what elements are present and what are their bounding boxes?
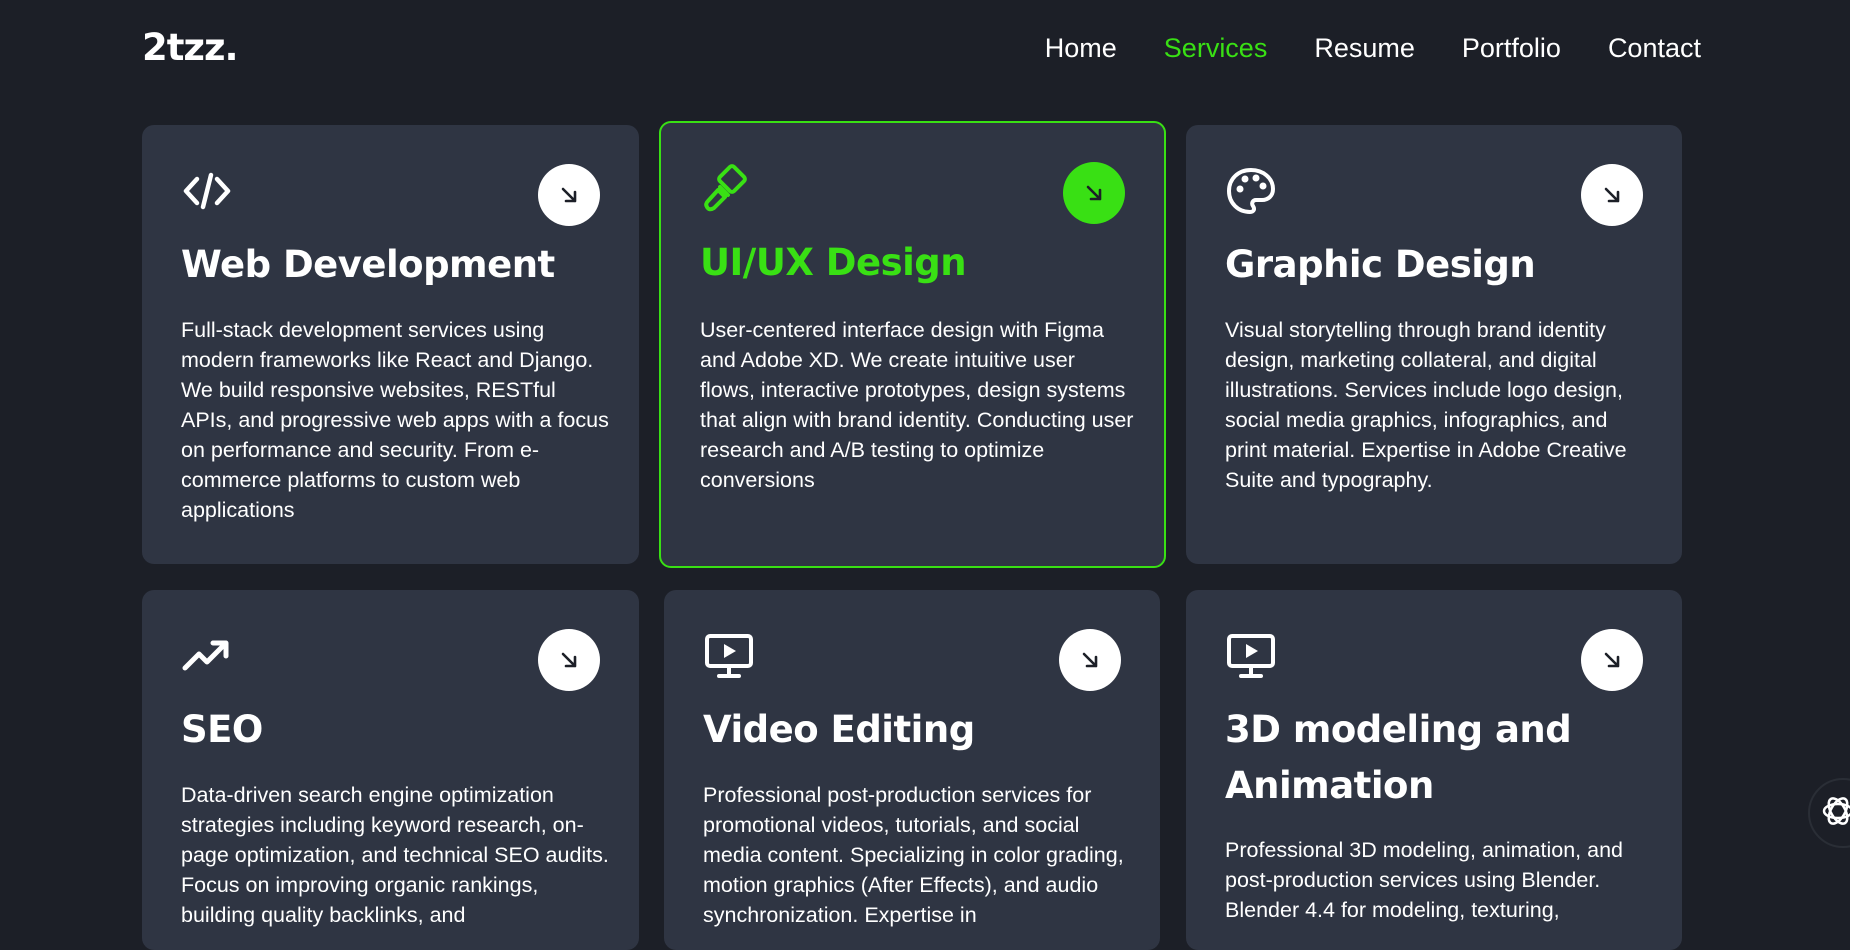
arrow-down-right-icon[interactable] xyxy=(1059,629,1121,691)
assistant-floating-button[interactable] xyxy=(1808,778,1850,848)
service-card-graphic-design[interactable]: Graphic Design Visual storytelling throu… xyxy=(1186,125,1682,564)
top-navbar: 2tzz. Home Services Resume Portfolio Con… xyxy=(0,0,1850,100)
nav-resume[interactable]: Resume xyxy=(1314,31,1415,65)
palette-icon xyxy=(1225,165,1277,217)
service-title: SEO xyxy=(181,708,263,751)
code-icon xyxy=(181,165,233,217)
service-title: Video Editing xyxy=(703,708,975,751)
service-card-3d-modeling[interactable]: 3D modeling and Animation Professional 3… xyxy=(1186,590,1682,950)
arrow-down-right-icon[interactable] xyxy=(538,629,600,691)
site-logo[interactable]: 2tzz. xyxy=(142,26,239,69)
nav-services[interactable]: Services xyxy=(1164,31,1268,65)
service-title: Web Development xyxy=(181,243,555,286)
service-description: User-centered interface design with Figm… xyxy=(700,318,1134,492)
service-description: Full-stack development services using mo… xyxy=(181,318,609,522)
service-title: 3D modeling and Animation xyxy=(1225,708,1572,807)
trending-up-icon xyxy=(181,630,233,682)
chatgpt-icon xyxy=(1820,793,1850,833)
nav-contact[interactable]: Contact xyxy=(1608,31,1701,65)
nav-portfolio[interactable]: Portfolio xyxy=(1462,31,1561,65)
service-title: UI/UX Design xyxy=(700,241,967,284)
nav-home[interactable]: Home xyxy=(1045,31,1117,65)
arrow-down-right-icon[interactable] xyxy=(1063,162,1125,224)
arrow-down-right-icon[interactable] xyxy=(1581,164,1643,226)
service-description: Visual storytelling through brand identi… xyxy=(1225,318,1627,492)
service-description: Professional 3D modeling, animation, and… xyxy=(1225,838,1623,922)
service-card-video-editing[interactable]: Video Editing Professional post-producti… xyxy=(664,590,1160,950)
video-monitor-icon xyxy=(703,630,755,682)
service-card-web-development[interactable]: Web Development Full-stack development s… xyxy=(142,125,639,564)
brush-icon xyxy=(700,163,752,215)
arrow-down-right-icon[interactable] xyxy=(538,164,600,226)
service-title: Graphic Design xyxy=(1225,243,1536,286)
video-monitor-icon xyxy=(1225,630,1277,682)
main-menu: Home Services Resume Portfolio Contact xyxy=(1045,31,1701,65)
arrow-down-right-icon[interactable] xyxy=(1581,629,1643,691)
service-card-seo[interactable]: SEO Data-driven search engine optimizati… xyxy=(142,590,639,950)
service-description: Data-driven search engine optimization s… xyxy=(181,783,609,927)
service-description: Professional post-production services fo… xyxy=(703,783,1124,927)
service-card-ui-ux-design[interactable]: UI/UX Design User-centered interface des… xyxy=(659,121,1166,568)
